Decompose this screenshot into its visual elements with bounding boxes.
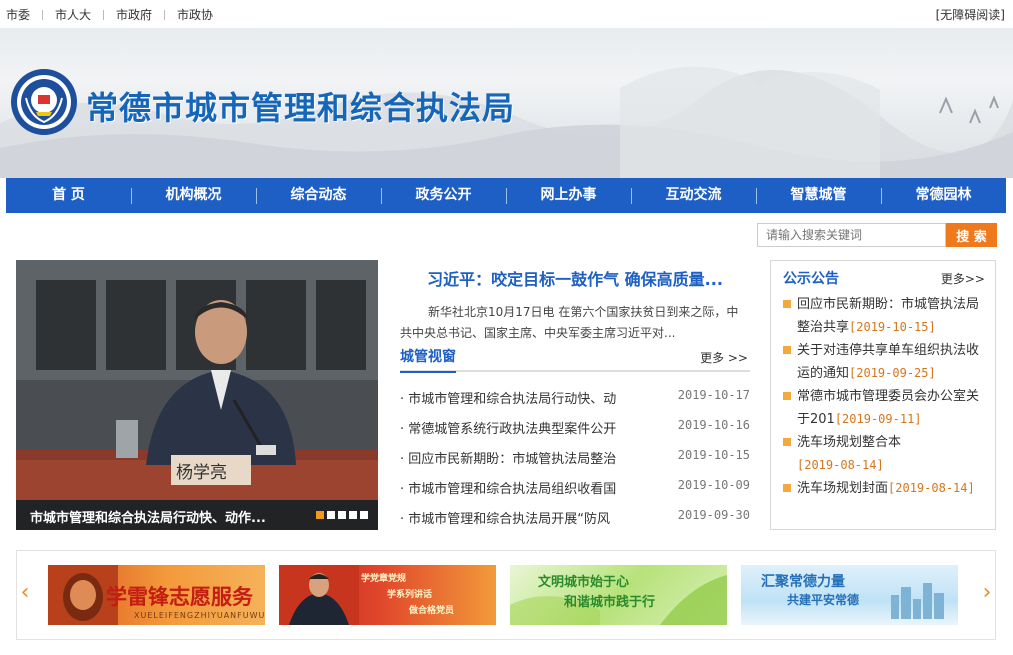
- accessibility-link[interactable]: [无障碍阅读]: [936, 6, 1005, 23]
- main-nav: 首 页 机构概况 综合动态 政务公开 网上办事 互动交流 智慧城管 常德园林: [6, 178, 1006, 213]
- top-bar: 市委 市人大 市政府 市政协 [无障碍阅读]: [0, 0, 1013, 28]
- news-section-title: 城管视窗: [400, 346, 456, 373]
- news-list: · 市城市管理和综合执法局行动快、动 2019-10-17 · 常德城管系统行政执…: [400, 388, 750, 538]
- news-item-date: 2019-10-15: [677, 448, 750, 462]
- list-item[interactable]: · 市城市管理和综合执法局行动快、动 2019-10-17: [400, 388, 750, 418]
- banner-carousel: ‹ 学雷锋志愿服务 XUELEIFENGZHIYUANFUWU 学党章党规 学系…: [16, 550, 996, 640]
- headline-block: 习近平：咬定目标一鼓作气 确保高质量... 新华社北京10月17日电 在第六个国…: [400, 266, 750, 344]
- ad3-line2: 和谐城市践于行: [564, 595, 656, 610]
- party-leader-photo: [279, 565, 359, 625]
- top-link-peoples-congress[interactable]: 市人大: [55, 6, 91, 23]
- city-management-emblem-icon: [11, 69, 77, 135]
- slide-dot-4[interactable]: [349, 511, 357, 519]
- search-bar: 搜 索: [757, 223, 997, 247]
- notice-item-date: [2019-08-14]: [797, 458, 884, 472]
- list-item[interactable]: 洗车场规划封面[2019-08-14]: [783, 477, 991, 500]
- nav-changde-gardens[interactable]: 常德园林: [881, 178, 1006, 213]
- top-link-cppcc[interactable]: 市政协: [177, 6, 213, 23]
- nav-organization[interactable]: 机构概况: [131, 178, 256, 213]
- news-more-link[interactable]: 更多 >>: [700, 349, 748, 366]
- news-item-title: · 市城市管理和综合执法局行动快、动: [400, 392, 617, 407]
- slide-dots: [316, 511, 368, 519]
- top-link-divider: [164, 9, 166, 20]
- notice-more-link[interactable]: 更多>>: [941, 270, 985, 287]
- news-header: 城管视窗 更多 >>: [400, 342, 750, 373]
- notice-item-title: 洗车场规划封面: [797, 481, 889, 496]
- ad-civilized-city[interactable]: 文明城市始于心 和谐城市践于行: [510, 565, 727, 625]
- news-item-date: 2019-10-09: [677, 478, 750, 492]
- nav-interaction[interactable]: 互动交流: [631, 178, 756, 213]
- search-button[interactable]: 搜 索: [946, 223, 997, 247]
- news-item-title: · 常德城管系统行政执法典型案件公开: [400, 422, 617, 437]
- headline-summary: 新华社北京10月17日电 在第六个国家扶贫日到来之际，中共中央总书记、国家主席、…: [400, 305, 739, 340]
- ad3-line1: 文明城市始于心: [538, 575, 630, 590]
- chevron-right-icon[interactable]: ›: [981, 579, 993, 607]
- chevron-left-icon[interactable]: ‹: [19, 579, 31, 607]
- nav-home[interactable]: 首 页: [6, 178, 131, 213]
- nav-online-services[interactable]: 网上办事: [506, 178, 631, 213]
- header-banner: 常德市城市管理和综合执法局: [0, 28, 1013, 178]
- ad2-line1: 学党章党规: [361, 574, 407, 584]
- news-section: 城管视窗 更多 >> · 市城市管理和综合执法局行动快、动 2019-10-17 …: [400, 342, 750, 538]
- ad2-line3: 做合格党员: [409, 606, 455, 616]
- list-item[interactable]: · 市城市管理和综合执法局组织收看国 2019-10-09: [400, 478, 750, 508]
- notice-item-date: [2019-08-14]: [888, 481, 975, 495]
- news-item-date: 2019-10-16: [677, 418, 750, 432]
- list-item[interactable]: 回应市民新期盼：市城管执法局整治共享[2019-10-15]: [783, 293, 991, 339]
- top-links: 市委 市人大 市政府 市政协: [6, 6, 213, 23]
- slide-caption[interactable]: 市城市管理和综合执法局行动快、动作...: [30, 507, 266, 526]
- notice-title: 公示公告: [783, 271, 839, 287]
- slide-caption-bar: 市城市管理和综合执法局行动快、动作...: [16, 500, 378, 530]
- headline-title[interactable]: 习近平：咬定目标一鼓作气 确保高质量...: [400, 266, 750, 290]
- list-item[interactable]: · 市城市管理和综合执法局开展“防风 2019-09-30: [400, 508, 750, 538]
- list-item[interactable]: 常德市城市管理委员会办公室关于201[2019-09-11]: [783, 385, 991, 431]
- ad2-line2: 学系列讲话: [387, 590, 433, 600]
- ad-safe-changde[interactable]: 汇聚常德力量 共建平安常德: [741, 565, 958, 625]
- ad-learn-leifeng[interactable]: 学雷锋志愿服务 XUELEIFENGZHIYUANFUWU: [48, 565, 265, 625]
- notice-box: 公示公告 更多>> 回应市民新期盼：市城管执法局整治共享[2019-10-15]…: [770, 260, 996, 530]
- slide-dot-2[interactable]: [327, 511, 335, 519]
- ad4-line2: 共建平安常德: [787, 593, 860, 607]
- top-link-divider: [103, 9, 105, 20]
- news-item-date: 2019-09-30: [677, 508, 750, 522]
- list-item[interactable]: 洗车场规划整合本 [2019-08-14]: [783, 431, 991, 477]
- slide-dot-1[interactable]: [316, 511, 324, 519]
- list-item[interactable]: 关于对违停共享单车组织执法收运的通知[2019-09-25]: [783, 339, 991, 385]
- news-item-title: · 市城市管理和综合执法局组织收看国: [400, 482, 617, 497]
- top-link-government[interactable]: 市政府: [116, 6, 152, 23]
- nav-smart-city[interactable]: 智慧城管: [756, 178, 881, 213]
- ad1-subtitle: XUELEIFENGZHIYUANFUWU: [134, 611, 265, 620]
- top-link-divider: [42, 9, 44, 20]
- news-item-title: · 回应市民新期盼：市城管执法局整治: [400, 452, 617, 467]
- notice-item-date: [2019-09-11]: [834, 412, 922, 426]
- ad-party-study[interactable]: 学党章党规 学系列讲话 做合格党员: [279, 565, 496, 625]
- news-item-date: 2019-10-17: [677, 388, 750, 402]
- notice-list: 回应市民新期盼：市城管执法局整治共享[2019-10-15] 关于对违停共享单车…: [783, 293, 991, 500]
- notice-item-title: 洗车场规划整合本: [797, 435, 902, 450]
- list-item[interactable]: · 回应市民新期盼：市城管执法局整治 2019-10-15: [400, 448, 750, 478]
- top-link-party-committee[interactable]: 市委: [6, 6, 30, 23]
- notice-header: 公示公告 更多>>: [783, 268, 985, 292]
- nameplate: 杨学亮: [176, 463, 227, 483]
- ad1-title: 学雷锋志愿服务: [106, 584, 253, 609]
- news-item-title: · 市城市管理和综合执法局开展“防风: [400, 512, 610, 527]
- list-item[interactable]: · 常德城管系统行政执法典型案件公开 2019-10-16: [400, 418, 750, 448]
- slide-dot-3[interactable]: [338, 511, 346, 519]
- news-slideshow[interactable]: 杨学亮 市城市管理和综合执法局行动快、动作...: [16, 260, 378, 530]
- notice-item-date: [2019-09-25]: [849, 366, 936, 380]
- nav-government-affairs[interactable]: 政务公开: [381, 178, 506, 213]
- ad4-line1: 汇聚常德力量: [761, 574, 845, 590]
- slide-dot-5[interactable]: [360, 511, 368, 519]
- search-input[interactable]: [757, 223, 946, 247]
- slide-photo: [16, 260, 378, 530]
- notice-item-date: [2019-10-15]: [849, 320, 936, 334]
- site-title: 常德市城市管理和综合执法局: [86, 89, 516, 127]
- nav-news[interactable]: 综合动态: [256, 178, 381, 213]
